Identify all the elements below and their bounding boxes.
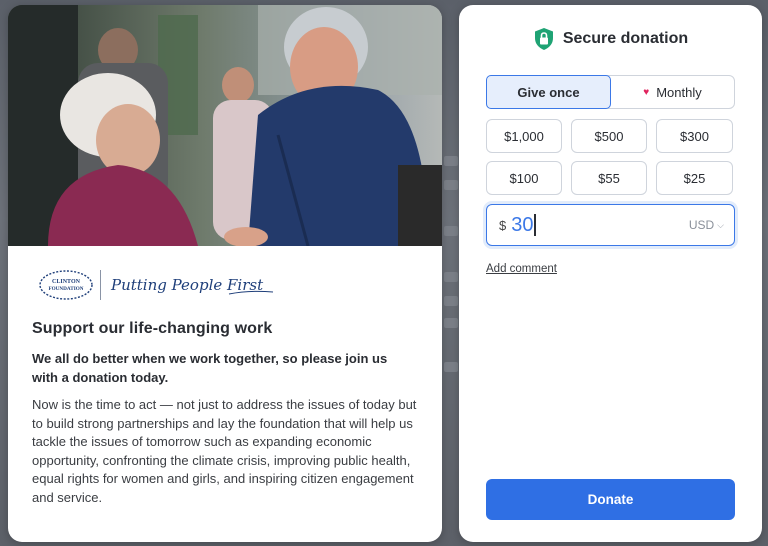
backdrop-text-fragment [444, 156, 458, 166]
clinton-foundation-logo: CLINTON FOUNDATION [39, 270, 93, 300]
currency-code: USD [688, 218, 715, 232]
amount-options: $1,000 $500 $300 $100 $55 $25 [486, 119, 735, 195]
currency-select[interactable]: USD ⌵ [689, 218, 724, 232]
donation-form: Secure donation Give once ♥ Monthly $1,0… [459, 5, 762, 542]
brand-logos: CLINTON FOUNDATION Putting People First [38, 268, 275, 302]
hero-photo [8, 5, 442, 246]
backdrop-text-fragment [444, 318, 458, 328]
backdrop-text-fragment [444, 180, 458, 190]
amount-option[interactable]: $100 [486, 161, 562, 195]
heart-icon: ♥ [643, 86, 650, 98]
amount-option[interactable]: $55 [571, 161, 647, 195]
putting-people-first-signature: Putting People First [110, 276, 274, 295]
donation-title: Secure donation [562, 30, 689, 47]
amount-option[interactable]: $25 [656, 161, 733, 195]
custom-amount-field[interactable]: $ 30 USD ⌵ [486, 204, 735, 246]
give-once-button[interactable]: Give once [486, 75, 611, 109]
backdrop-text-fragment [444, 296, 458, 306]
frequency-toggle: Give once ♥ Monthly [486, 75, 735, 109]
shield-lock-icon [534, 28, 553, 50]
give-once-label: Give once [517, 84, 580, 100]
chevron-down-icon: ⌵ [717, 219, 724, 230]
backdrop-text-fragment [444, 272, 458, 282]
amount-option[interactable]: $1,000 [486, 119, 562, 153]
backdrop-text-fragment [444, 362, 458, 372]
campaign-subhead: We all do better when we work together, … [32, 351, 388, 385]
backdrop-text-fragment [444, 226, 458, 236]
currency-symbol: $ [499, 217, 507, 233]
campaign-headline: Support our life-changing work [32, 320, 273, 337]
svg-text:CLINTON: CLINTON [52, 279, 81, 285]
campaign-card: CLINTON FOUNDATION Putting People First … [8, 5, 442, 542]
monthly-button[interactable]: ♥ Monthly [611, 76, 734, 108]
amount-option[interactable]: $300 [656, 119, 733, 153]
svg-text:Putting People First: Putting People First [110, 276, 264, 294]
monthly-label: Monthly [656, 84, 702, 100]
donate-label: Donate [587, 492, 634, 507]
campaign-body: Now is the time to act — not just to add… [32, 397, 417, 505]
add-comment-link[interactable]: Add comment [486, 263, 557, 275]
brand-divider [100, 270, 101, 300]
svg-text:FOUNDATION: FOUNDATION [48, 286, 83, 292]
donation-title-row: Secure donation [459, 27, 762, 51]
text-caret [534, 214, 536, 236]
amount-option[interactable]: $500 [571, 119, 647, 153]
amount-value: 30 [511, 213, 534, 236]
donate-button[interactable]: Donate [486, 479, 735, 520]
